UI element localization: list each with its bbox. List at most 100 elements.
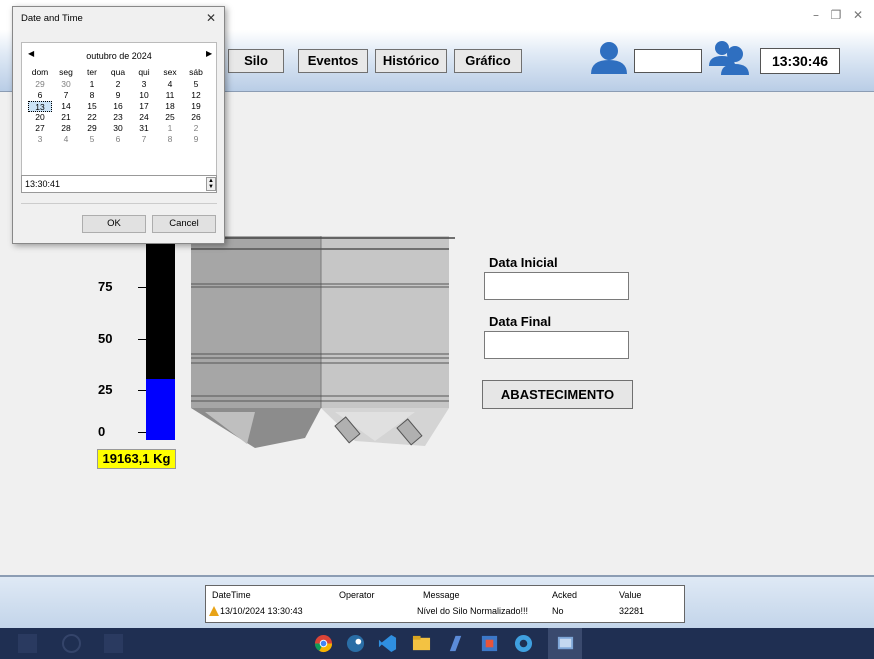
alarm-value: 32281 (619, 606, 645, 616)
calendar-day[interactable]: 3 (132, 79, 156, 90)
calendar-day[interactable]: 27 (28, 123, 52, 134)
abastecimento-button[interactable]: ABASTECIMENTO (482, 380, 633, 409)
calendar-day[interactable]: 9 (184, 134, 208, 145)
user-icon[interactable] (588, 40, 630, 76)
calendar-day[interactable]: 4 (54, 134, 78, 145)
data-inicial-label: Data Inicial (489, 255, 558, 270)
gauge-label-25: 25 (98, 382, 113, 397)
data-final-label: Data Final (489, 314, 552, 329)
calendar-day[interactable]: 1 (158, 123, 182, 134)
task-view-icon[interactable] (104, 634, 123, 653)
file-explorer-icon[interactable] (412, 634, 431, 653)
calendar-day[interactable]: 8 (158, 134, 182, 145)
level-gauge-fill (146, 379, 175, 440)
user-field[interactable] (634, 49, 702, 73)
weekday-label: qua (110, 67, 126, 77)
calendar-day[interactable]: 14 (54, 101, 78, 112)
time-spinner[interactable]: ▲ ▼ (206, 177, 216, 191)
gauge-label-50: 50 (98, 331, 113, 346)
calendar-day[interactable]: 11 (158, 90, 182, 101)
calendar-day[interactable]: 23 (106, 112, 130, 123)
calendar-day[interactable]: 1 (80, 79, 104, 90)
calendar-day[interactable]: 9 (106, 90, 130, 101)
next-month-icon[interactable]: ▶ (206, 49, 212, 58)
weekday-label: sex (163, 67, 177, 77)
search-icon[interactable] (62, 634, 81, 653)
calendar-day[interactable]: 31 (132, 123, 156, 134)
calendar-day[interactable]: 15 (80, 101, 104, 112)
browser-icon[interactable] (514, 634, 533, 653)
ok-button[interactable]: OK (82, 215, 146, 233)
alarm-message: Nível do Silo Normalizado!!! (417, 606, 529, 616)
calendar-day[interactable]: 22 (80, 112, 104, 123)
calendar-day[interactable]: 28 (54, 123, 78, 134)
taskbar (0, 628, 874, 659)
close-icon[interactable]: ✕ (206, 11, 216, 25)
calendar-day[interactable]: 16 (106, 101, 130, 112)
historico-button[interactable]: Histórico (375, 49, 447, 73)
close-icon[interactable]: ✕ (848, 6, 868, 24)
app-icon[interactable] (446, 634, 465, 653)
scada-app-tab[interactable] (548, 628, 582, 659)
calendar-day[interactable]: 20 (28, 112, 52, 123)
grafico-button[interactable]: Gráfico (454, 49, 522, 73)
silo-illustration (191, 236, 455, 448)
calendar-day[interactable]: 7 (132, 134, 156, 145)
dialog-separator (21, 203, 217, 204)
calendar-day[interactable]: 5 (80, 134, 104, 145)
steam-icon[interactable] (346, 634, 365, 653)
data-final-input[interactable] (484, 331, 629, 359)
data-inicial-input[interactable] (484, 272, 629, 300)
calendar-day[interactable]: 24 (132, 112, 156, 123)
calendar-day[interactable]: 8 (80, 90, 104, 101)
calendar-day[interactable]: 25 (158, 112, 182, 123)
calendar-month: outubro de 2024 (86, 51, 152, 61)
time-input[interactable]: 13:30:41 ▲ ▼ (21, 175, 217, 193)
calendar-day[interactable]: 2 (184, 123, 208, 134)
clock-display: 13:30:46 (760, 48, 840, 74)
calendar-day[interactable]: 30 (106, 123, 130, 134)
level-gauge (146, 230, 175, 440)
restore-icon[interactable]: ❐ (826, 6, 846, 24)
dialog-title: Date and Time (21, 13, 83, 24)
alarm-header-value: Value (619, 590, 642, 600)
calendar-day[interactable]: 12 (184, 90, 208, 101)
alarm-acked: No (552, 606, 564, 616)
gauge-label-0: 0 (98, 424, 106, 439)
weekday-label: ter (87, 67, 97, 77)
silo-button[interactable]: Silo (228, 49, 284, 73)
alarm-list[interactable]: DateTime Operator Message Acked Value 13… (205, 585, 685, 623)
calendar-day[interactable]: 10 (132, 90, 156, 101)
alarm-header-datetime: DateTime (212, 590, 251, 600)
calendar-day[interactable]: 4 (158, 79, 182, 90)
calendar-day[interactable]: 2 (106, 79, 130, 90)
calendar: ◀ outubro de 2024 ▶ dom seg ter qua qui sex sá… (21, 42, 217, 177)
chrome-icon[interactable] (314, 634, 333, 653)
vscode-icon[interactable] (378, 634, 397, 653)
windows-icon[interactable] (18, 634, 37, 653)
calendar-day[interactable]: 6 (106, 134, 130, 145)
minimize-icon[interactable]: – (806, 6, 826, 24)
cancel-button[interactable]: Cancel (152, 215, 216, 233)
eventos-button[interactable]: Eventos (298, 49, 368, 73)
calendar-day[interactable]: 5 (184, 79, 208, 90)
calendar-day[interactable]: 19 (184, 101, 208, 112)
calendar-day[interactable]: 6 (28, 90, 52, 101)
weekday-label: dom (31, 67, 49, 77)
calendar-day[interactable]: 3 (28, 134, 52, 145)
weekday-label: sáb (189, 67, 203, 77)
calendar-day[interactable]: 17 (132, 101, 156, 112)
calendar-day[interactable]: 18 (158, 101, 182, 112)
calendar-day[interactable]: 13 (28, 101, 52, 112)
calendar-day[interactable]: 21 (54, 112, 78, 123)
calendar-day[interactable]: 30 (54, 79, 78, 90)
calendar-day[interactable]: 29 (80, 123, 104, 134)
calendar-day[interactable]: 7 (54, 90, 78, 101)
footer-bar: DateTime Operator Message Acked Value 13… (0, 575, 874, 628)
settings-icon[interactable] (480, 634, 499, 653)
calendar-day[interactable]: 26 (184, 112, 208, 123)
weekday-label: seg (59, 67, 73, 77)
date-time-dialog: Date and Time ✕ ◀ outubro de 2024 ▶ dom s… (12, 6, 225, 244)
users-icon[interactable] (706, 38, 750, 76)
calendar-day[interactable]: 29 (28, 79, 52, 90)
